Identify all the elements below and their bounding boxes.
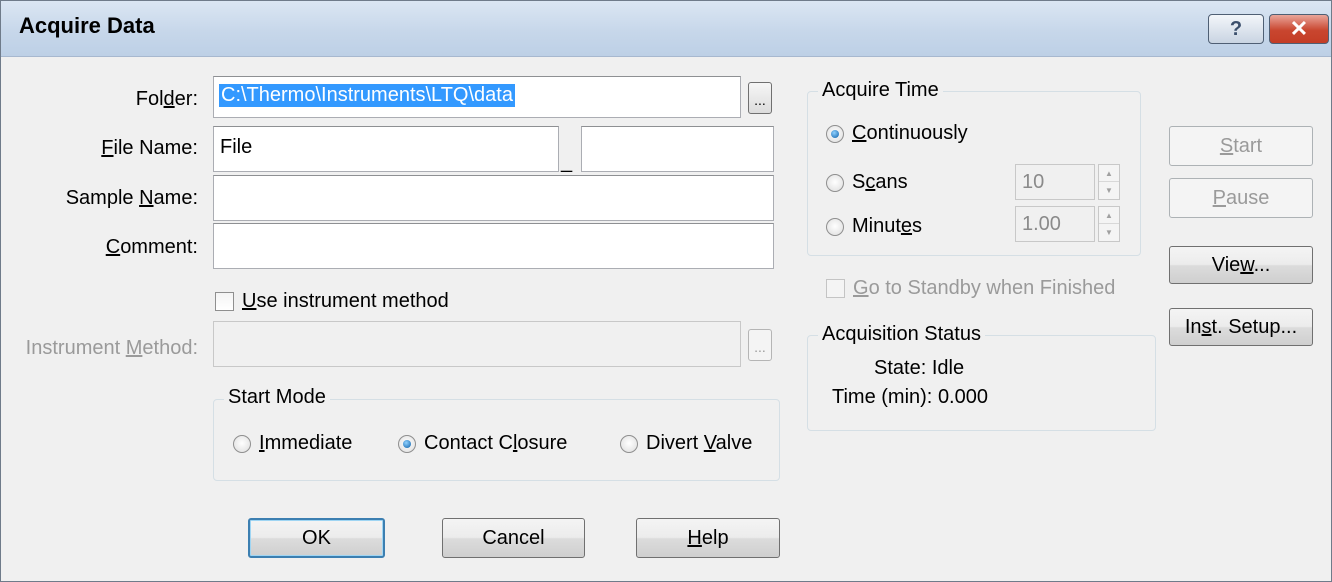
start-button-label: Start	[1219, 134, 1263, 157]
checkbox-box	[826, 279, 845, 298]
go-to-standby-checkbox[interactable]: Go to Standby when Finished	[826, 277, 1115, 300]
acquisition-status-group: Acquisition Status	[807, 323, 1156, 431]
start-mode-title: Start Mode	[224, 386, 330, 409]
file-name-label: File Name:	[101, 137, 198, 159]
comment-label: Comment:	[105, 236, 198, 258]
file-name-separator: _	[561, 151, 573, 173]
minutes-input[interactable]: 1.00	[1015, 206, 1095, 242]
help-button-label: Help	[687, 526, 729, 549]
divert-valve-label: Divert Valve	[646, 432, 753, 454]
instrument-method-input[interactable]	[213, 321, 741, 367]
instrument-method-label: Instrument Method:	[25, 337, 198, 359]
continuously-label: Continuously	[852, 122, 968, 144]
inst-setup-button-label: Inst. Setup...	[1184, 315, 1298, 338]
minutes-spinner[interactable]: ▲ ▼	[1098, 206, 1120, 242]
radio-button-icon	[620, 434, 638, 453]
inst-setup-button[interactable]: Inst. Setup...	[1169, 308, 1313, 346]
time-row: Time (min): 0.000	[832, 386, 988, 409]
ok-button-label: OK	[302, 526, 331, 549]
instrument-method-browse-button[interactable]: ...	[748, 329, 772, 361]
scans-value: 10	[1022, 171, 1045, 193]
folder-browse-button[interactable]: ...	[748, 82, 772, 114]
time-value: 0.000	[937, 386, 988, 408]
pause-button[interactable]: Pause	[1169, 178, 1313, 218]
start-mode-immediate-radio[interactable]: Immediate	[233, 432, 352, 455]
checkbox-box	[215, 292, 234, 311]
title-bar[interactable]: Acquire Data ? ✕	[1, 1, 1331, 57]
window-title: Acquire Data	[19, 13, 155, 38]
contact-closure-label: Contact Closure	[424, 432, 568, 454]
folder-input[interactable]: C:\Thermo\Instruments\LTQ\data	[213, 76, 741, 118]
cancel-button[interactable]: Cancel	[442, 518, 585, 558]
folder-value: C:\Thermo\Instruments\LTQ\data	[219, 84, 515, 107]
comment-input[interactable]	[213, 223, 774, 269]
cancel-button-label: Cancel	[482, 526, 545, 549]
go-to-standby-label: Go to Standby when Finished	[853, 277, 1116, 299]
start-mode-divert-valve-radio[interactable]: Divert Valve	[620, 432, 752, 455]
file-name-input[interactable]: File	[213, 126, 559, 172]
scans-spinner[interactable]: ▲ ▼	[1098, 164, 1120, 200]
help-button[interactable]: Help	[636, 518, 780, 558]
close-icon[interactable]: ✕	[1269, 14, 1329, 44]
radio-button-icon	[826, 217, 844, 236]
minutes-value: 1.00	[1022, 213, 1061, 235]
start-button[interactable]: Start	[1169, 126, 1313, 166]
spin-down-icon[interactable]: ▼	[1099, 182, 1119, 199]
use-instrument-method-checkbox[interactable]: Use instrument method	[215, 290, 449, 313]
spin-up-icon[interactable]: ▲	[1099, 165, 1119, 182]
radio-button-icon	[826, 173, 844, 192]
spin-up-icon[interactable]: ▲	[1099, 207, 1119, 224]
radio-button-icon	[233, 434, 251, 453]
use-instrument-method-label: Use instrument method	[242, 290, 449, 312]
start-mode-contact-closure-radio[interactable]: Contact Closure	[398, 432, 567, 455]
folder-label: Folder:	[135, 88, 198, 110]
acquire-minutes-radio[interactable]: Minutes	[826, 215, 922, 238]
state-row: State: Idle	[874, 357, 964, 380]
state-label: State:	[874, 357, 927, 379]
ok-button[interactable]: OK	[248, 518, 385, 558]
state-value: Idle	[931, 357, 965, 379]
scans-label: Scans	[852, 171, 908, 193]
file-name-value: File	[220, 136, 253, 158]
acquire-scans-radio[interactable]: Scans	[826, 171, 908, 194]
acquire-continuously-radio[interactable]: Continuously	[826, 122, 968, 145]
radio-button-selected-icon	[398, 434, 416, 453]
minutes-label: Minutes	[852, 215, 923, 237]
radio-button-selected-icon	[826, 124, 844, 143]
help-question-icon[interactable]: ?	[1208, 14, 1264, 44]
immediate-label: Immediate	[259, 432, 353, 454]
file-name-suffix-input[interactable]	[581, 126, 774, 172]
scans-input[interactable]: 10	[1015, 164, 1095, 200]
view-button[interactable]: View...	[1169, 246, 1313, 284]
time-label: Time (min):	[832, 386, 933, 408]
spin-down-icon[interactable]: ▼	[1099, 224, 1119, 241]
pause-button-label: Pause	[1212, 186, 1270, 209]
sample-name-input[interactable]	[213, 175, 774, 221]
acquire-time-title: Acquire Time	[818, 79, 943, 102]
view-button-label: View...	[1211, 253, 1271, 276]
acquire-data-dialog: Acquire Data ? ✕ Folder: C:\Thermo\Instr…	[0, 0, 1332, 582]
acquisition-status-title: Acquisition Status	[818, 323, 985, 346]
sample-name-label: Sample Name:	[65, 187, 198, 209]
